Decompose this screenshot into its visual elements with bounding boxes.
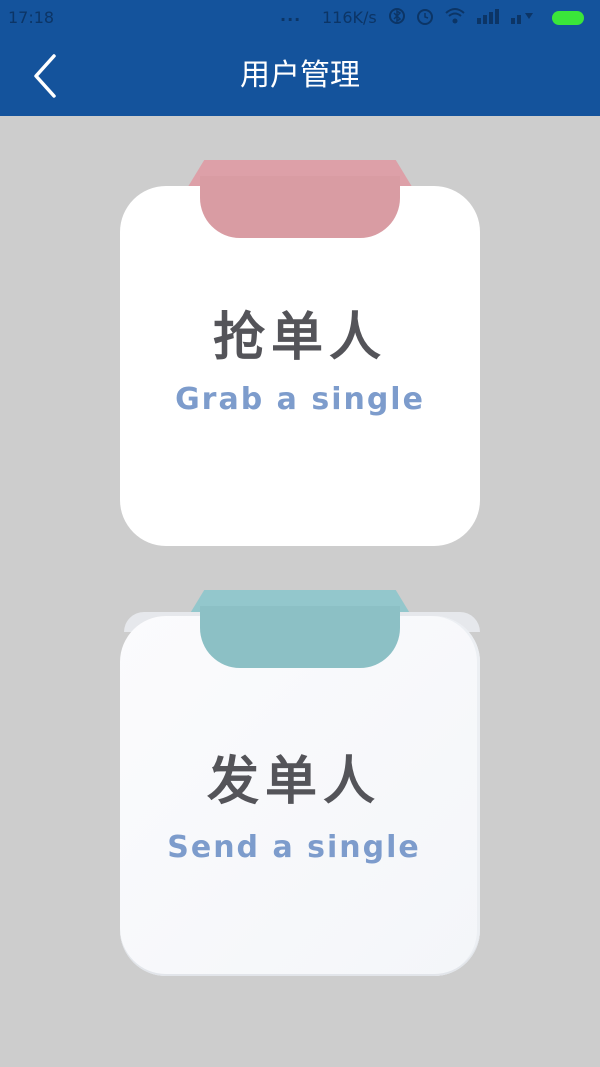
card-title: 发单人 [206,752,381,812]
bluetooth-icon [389,8,405,24]
signal-icon [477,9,499,24]
wifi-icon [445,8,465,24]
page-title: 用户管理 [240,58,360,93]
app-header: 17:18 ... 116K/s 用户管理 [0,0,600,116]
card-tab [200,606,400,668]
status-time: 17:18 [8,8,55,27]
status-icons [388,6,540,26]
signal-2-icon [511,13,533,24]
status-network-speed: 116K/s [322,8,377,27]
card-subtitle: Grab a single [175,382,425,417]
status-more-indicator: ... [280,6,302,25]
alarm-icon [417,9,433,25]
grab-single-card[interactable]: 抢单人 Grab a single [120,160,480,546]
card-title: 抢单人 [212,308,387,368]
battery-icon [552,11,584,25]
send-single-card[interactable]: 发单人 Send a single [120,590,480,976]
card-subtitle: Send a single [167,830,421,865]
card-tab [200,176,400,238]
status-bar: 17:18 ... 116K/s [0,0,600,36]
